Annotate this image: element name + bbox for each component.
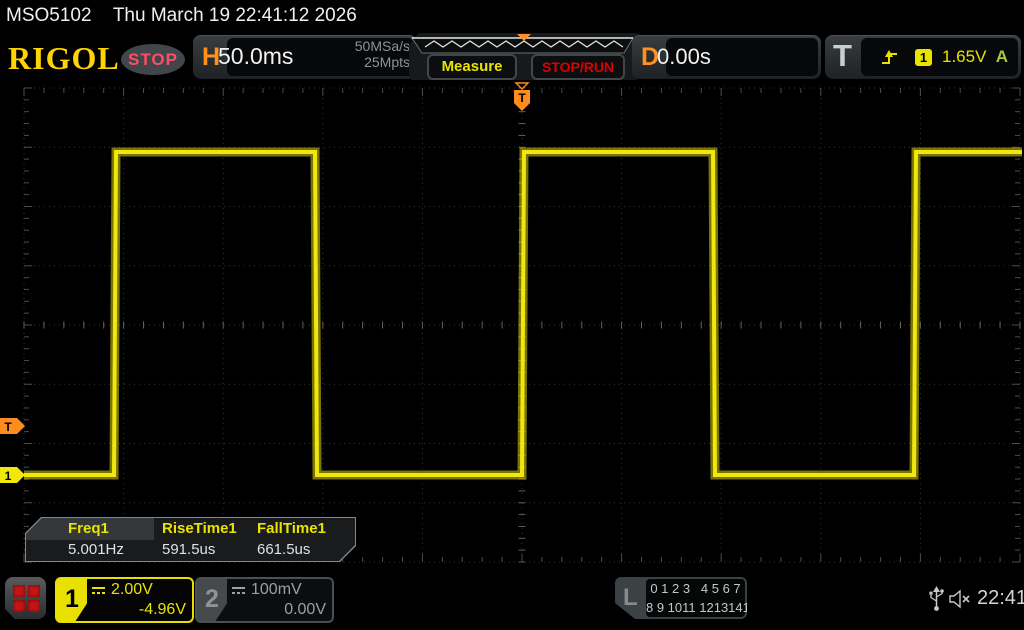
model-name: MSO5102: [6, 5, 92, 27]
dc-coupling-icon: [91, 585, 106, 596]
channel2-tab: 2: [197, 579, 227, 621]
top-status-bar: MSO5102 Thu March 19 22:41:12 2026: [0, 0, 1024, 32]
channel1-offset: -4.96V: [139, 601, 186, 619]
measurement-panel[interactable]: Freq1 RiseTime1 FallTime1 5.001Hz 591.5u…: [25, 517, 356, 562]
delay-settings-box[interactable]: D 0.00s: [632, 35, 821, 79]
trigger-source-badge: 1: [915, 49, 932, 66]
clock: 22:41: [977, 587, 1024, 610]
speaker-muted-icon: [948, 589, 974, 609]
horizontal-settings-box[interactable]: H 50.0ms 50MSa/s 25Mpts: [193, 35, 417, 79]
logic-label: L: [623, 584, 638, 612]
measurement-value: 5.001Hz: [68, 541, 124, 558]
usb-icon: [928, 586, 945, 612]
channel1-tab: 1: [57, 579, 87, 621]
trigger-mode: A: [996, 47, 1008, 67]
logic-row-2: 8 9 1011 12131415: [646, 598, 745, 617]
trigger-level-value: 1.65V: [942, 47, 986, 67]
memory-depth: 25Mpts: [355, 54, 410, 70]
menu-square-icon: [13, 585, 25, 597]
measurement-label[interactable]: FallTime1: [257, 520, 326, 537]
channel1-status-box[interactable]: 1 2.00V -4.96V: [55, 577, 194, 623]
menu-grid-button[interactable]: [5, 577, 46, 619]
date-time: Thu March 19 22:41:12 2026: [113, 5, 357, 27]
rigol-logo: RIGOL: [8, 40, 120, 77]
menu-square-icon: [13, 600, 25, 612]
run-state-badge[interactable]: STOP: [121, 44, 185, 75]
menu-square-icon: [28, 585, 40, 597]
channel2-scale: 100mV: [251, 581, 302, 599]
memory-position-bar[interactable]: [411, 34, 634, 54]
channel2-values: 100mV 0.00V: [231, 579, 326, 621]
measurement-value: 661.5us: [257, 541, 310, 558]
oscilloscope-screen: MSO5102 Thu March 19 22:41:12 2026 RIGOL…: [0, 0, 1024, 630]
logic-analyzer-box[interactable]: L 0 1 2 3 4 5 6 7 8 9 1011 12131415: [615, 577, 747, 619]
rising-edge-icon: [881, 49, 899, 66]
measurement-label[interactable]: Freq1: [68, 520, 109, 537]
acquisition-info: 50MSa/s 25Mpts: [355, 38, 410, 70]
trigger-settings-box[interactable]: T 1 1.65V A: [825, 35, 1021, 79]
logic-row-1: 0 1 2 3 4 5 6 7: [646, 579, 745, 598]
channel1-scale: 2.00V: [111, 581, 153, 599]
menu-square-icon: [28, 600, 40, 612]
channel1-values: 2.00V -4.96V: [91, 579, 186, 621]
measurement-label[interactable]: RiseTime1: [162, 520, 237, 537]
channel2-status-box[interactable]: 2 100mV 0.00V: [195, 577, 334, 623]
measure-button[interactable]: Measure: [427, 54, 517, 80]
t-label: T: [833, 38, 852, 74]
timebase-value: 50.0ms: [218, 43, 293, 70]
logic-channels: 0 1 2 3 4 5 6 7 8 9 1011 12131415: [646, 579, 745, 617]
trigger-content: 1 1.65V A: [861, 38, 1018, 76]
memory-waveform-icon: [411, 34, 634, 54]
dc-coupling-icon: [231, 585, 246, 596]
delay-value: 0.00s: [657, 44, 711, 70]
channel1-waveform[interactable]: [0, 82, 1024, 566]
waveform-display: T T 1: [0, 82, 1024, 566]
channel2-offset: 0.00V: [284, 601, 326, 619]
sample-rate: 50MSa/s: [355, 38, 410, 54]
measurement-value: 591.5us: [162, 541, 215, 558]
stop-run-button[interactable]: STOP/RUN: [531, 54, 625, 80]
